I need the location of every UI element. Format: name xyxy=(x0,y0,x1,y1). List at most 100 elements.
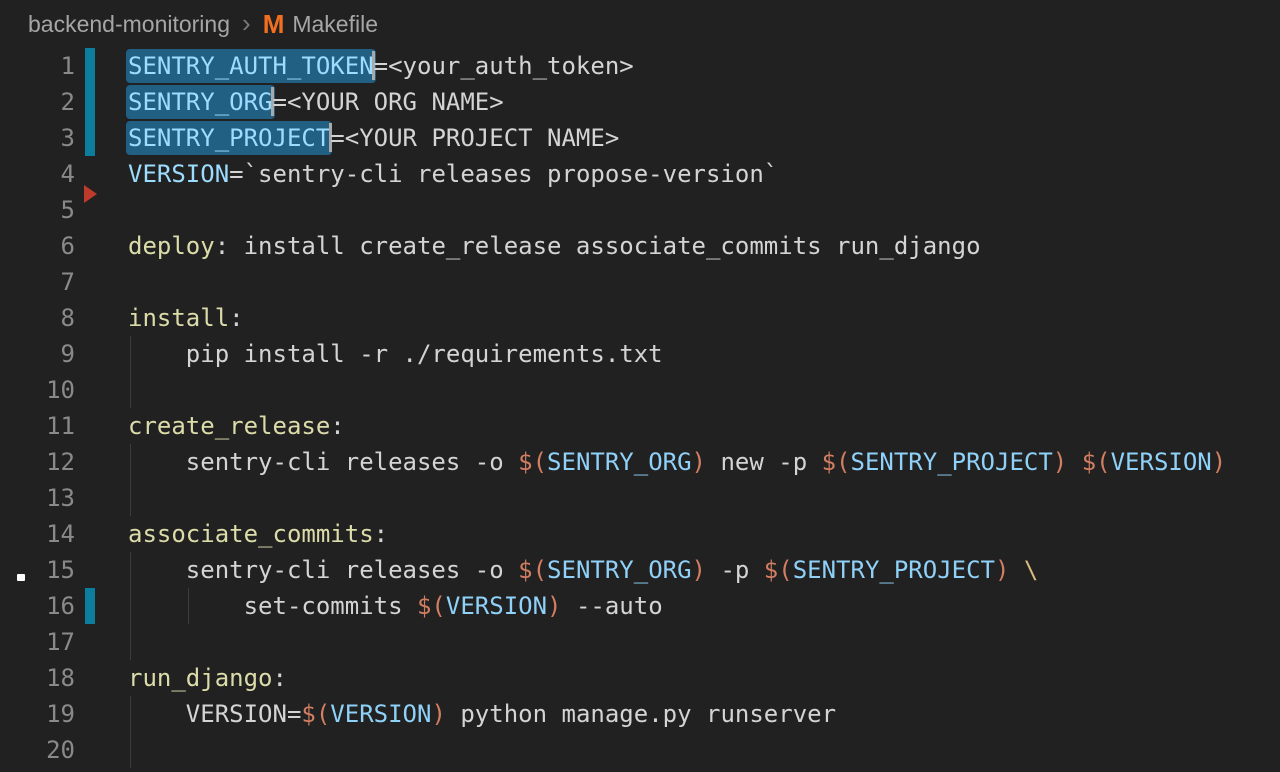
code-text[interactable]: associate_commits: xyxy=(128,516,388,552)
code-token: $( xyxy=(518,448,547,476)
modified-line-indicator xyxy=(85,120,95,156)
line-number[interactable]: 20 xyxy=(0,732,75,768)
line-number[interactable]: 7 xyxy=(0,264,75,300)
code-token: --auto xyxy=(562,592,663,620)
code-token: ) xyxy=(995,556,1009,584)
line-number[interactable]: 4 xyxy=(0,156,75,192)
code-text[interactable]: VERSION=$(VERSION) python manage.py runs… xyxy=(128,696,836,732)
code-line-11[interactable]: 11 create_release: xyxy=(0,408,1280,444)
code-line-5[interactable]: 5 xyxy=(0,192,1280,228)
code-token: deploy xyxy=(128,232,215,260)
code-line-10[interactable]: 10 xyxy=(0,372,1280,408)
error-arrow-icon xyxy=(84,185,97,203)
code-text[interactable]: SENTRY_AUTH_TOKEN=<your_auth_token> xyxy=(128,48,634,84)
code-token: =<YOUR PROJECT NAME> xyxy=(330,124,619,152)
line-number[interactable]: 13 xyxy=(0,480,75,516)
line-number[interactable]: 18 xyxy=(0,660,75,696)
code-token: sentry-cli releases -o xyxy=(128,556,518,584)
line-number[interactable]: 10 xyxy=(0,372,75,408)
code-token: $( xyxy=(518,556,547,584)
breadcrumb-file[interactable]: Makefile xyxy=(292,11,378,38)
code-line-9[interactable]: 9 pip install -r ./requirements.txt xyxy=(0,336,1280,372)
code-line-3[interactable]: 3 SENTRY_PROJECT=<YOUR PROJECT NAME> xyxy=(0,120,1280,156)
code-token: VERSION xyxy=(330,700,431,728)
breadcrumb-folder[interactable]: backend-monitoring xyxy=(28,11,230,38)
code-text[interactable]: pip install -r ./requirements.txt xyxy=(128,336,663,372)
code-line-4[interactable]: 4 VERSION=`sentry-cli releases propose-ve… xyxy=(0,156,1280,192)
indent-guide xyxy=(130,372,131,408)
chevron-right-icon: › xyxy=(242,8,251,39)
code-token: VERSION xyxy=(128,160,229,188)
code-token: $( xyxy=(301,700,330,728)
indent-guide xyxy=(130,624,131,660)
code-line-12[interactable]: 12 sentry-cli releases -o $(SENTRY_ORG) … xyxy=(0,444,1280,480)
selected-text: SENTRY_AUTH_TOKEN xyxy=(126,49,376,83)
line-number[interactable]: 1 xyxy=(0,48,75,84)
code-line-20[interactable]: 20 xyxy=(0,732,1280,768)
code-token: =<YOUR ORG NAME> xyxy=(273,88,504,116)
line-number[interactable]: 19 xyxy=(0,696,75,732)
line-number[interactable]: 9 xyxy=(0,336,75,372)
code-text[interactable]: VERSION=`sentry-cli releases propose-ver… xyxy=(128,156,778,192)
line-number[interactable]: 11 xyxy=(0,408,75,444)
code-token: : xyxy=(273,664,287,692)
code-area[interactable]: 1 SENTRY_AUTH_TOKEN=<your_auth_token> 2 SEN… xyxy=(0,48,1280,768)
line-number[interactable]: 15 xyxy=(0,552,75,588)
code-token: VERSION= xyxy=(128,700,301,728)
code-token: : xyxy=(229,304,243,332)
code-token: ) xyxy=(547,592,561,620)
code-text[interactable]: set-commits $(VERSION) --auto xyxy=(128,588,663,624)
code-line-17[interactable]: 17 xyxy=(0,624,1280,660)
line-number[interactable]: 3 xyxy=(0,120,75,156)
code-text[interactable]: sentry-cli releases -o $(SENTRY_ORG) new… xyxy=(128,444,1226,480)
code-line-1[interactable]: 1 SENTRY_AUTH_TOKEN=<your_auth_token> xyxy=(0,48,1280,84)
code-line-8[interactable]: 8 install: xyxy=(0,300,1280,336)
code-text[interactable]: deploy: install create_release associate… xyxy=(128,228,981,264)
code-token: ) xyxy=(692,556,706,584)
margin-dot-icon xyxy=(17,574,25,581)
code-token: -p xyxy=(706,556,764,584)
code-token: create_release xyxy=(128,412,330,440)
selected-text: SENTRY_ORG xyxy=(126,85,275,119)
code-token: ) xyxy=(692,448,706,476)
code-token: ) xyxy=(1212,448,1226,476)
code-line-18[interactable]: 18 run_django: xyxy=(0,660,1280,696)
code-token: python manage.py runserver xyxy=(446,700,836,728)
code-line-7[interactable]: 7 xyxy=(0,264,1280,300)
line-number[interactable]: 5 xyxy=(0,192,75,228)
line-number[interactable]: 17 xyxy=(0,624,75,660)
line-number[interactable]: 2 xyxy=(0,84,75,120)
code-line-14[interactable]: 14 associate_commits: xyxy=(0,516,1280,552)
code-token: ) xyxy=(1053,448,1067,476)
breadcrumb: backend-monitoring › M Makefile xyxy=(0,0,1280,48)
selected-text: SENTRY_PROJECT xyxy=(126,121,332,155)
code-text[interactable]: SENTRY_PROJECT=<YOUR PROJECT NAME> xyxy=(128,120,619,156)
line-number[interactable]: 6 xyxy=(0,228,75,264)
code-text[interactable]: create_release: xyxy=(128,408,345,444)
code-text[interactable]: run_django: xyxy=(128,660,287,696)
code-token: VERSION xyxy=(1111,448,1212,476)
code-token: $( xyxy=(417,592,446,620)
code-line-19[interactable]: 19 VERSION=$(VERSION) python manage.py r… xyxy=(0,696,1280,732)
code-text[interactable]: SENTRY_ORG=<YOUR ORG NAME> xyxy=(128,84,504,120)
code-text[interactable]: sentry-cli releases -o $(SENTRY_ORG) -p … xyxy=(128,552,1038,588)
code-token: associate_commits xyxy=(128,520,374,548)
code-line-15[interactable]: 15 sentry-cli releases -o $(SENTRY_ORG) … xyxy=(0,552,1280,588)
code-token xyxy=(1009,556,1023,584)
code-token: : install create_release associate_commi… xyxy=(215,232,981,260)
code-line-6[interactable]: 6 deploy: install create_release associat… xyxy=(0,228,1280,264)
code-token: ) xyxy=(431,700,445,728)
line-number[interactable]: 12 xyxy=(0,444,75,480)
line-number[interactable]: 16 xyxy=(0,588,75,624)
code-token: SENTRY_PROJECT xyxy=(851,448,1053,476)
code-token: SENTRY_PROJECT xyxy=(793,556,995,584)
code-line-13[interactable]: 13 xyxy=(0,480,1280,516)
line-number[interactable]: 8 xyxy=(0,300,75,336)
code-token: pip install -r ./requirements.txt xyxy=(128,340,663,368)
code-text[interactable]: install: xyxy=(128,300,244,336)
code-line-16[interactable]: 16 set-commits $(VERSION) --auto xyxy=(0,588,1280,624)
code-token: SENTRY_ORG xyxy=(547,556,692,584)
line-number[interactable]: 14 xyxy=(0,516,75,552)
code-token: sentry-cli releases -o xyxy=(128,448,518,476)
code-line-2[interactable]: 2 SENTRY_ORG=<YOUR ORG NAME> xyxy=(0,84,1280,120)
